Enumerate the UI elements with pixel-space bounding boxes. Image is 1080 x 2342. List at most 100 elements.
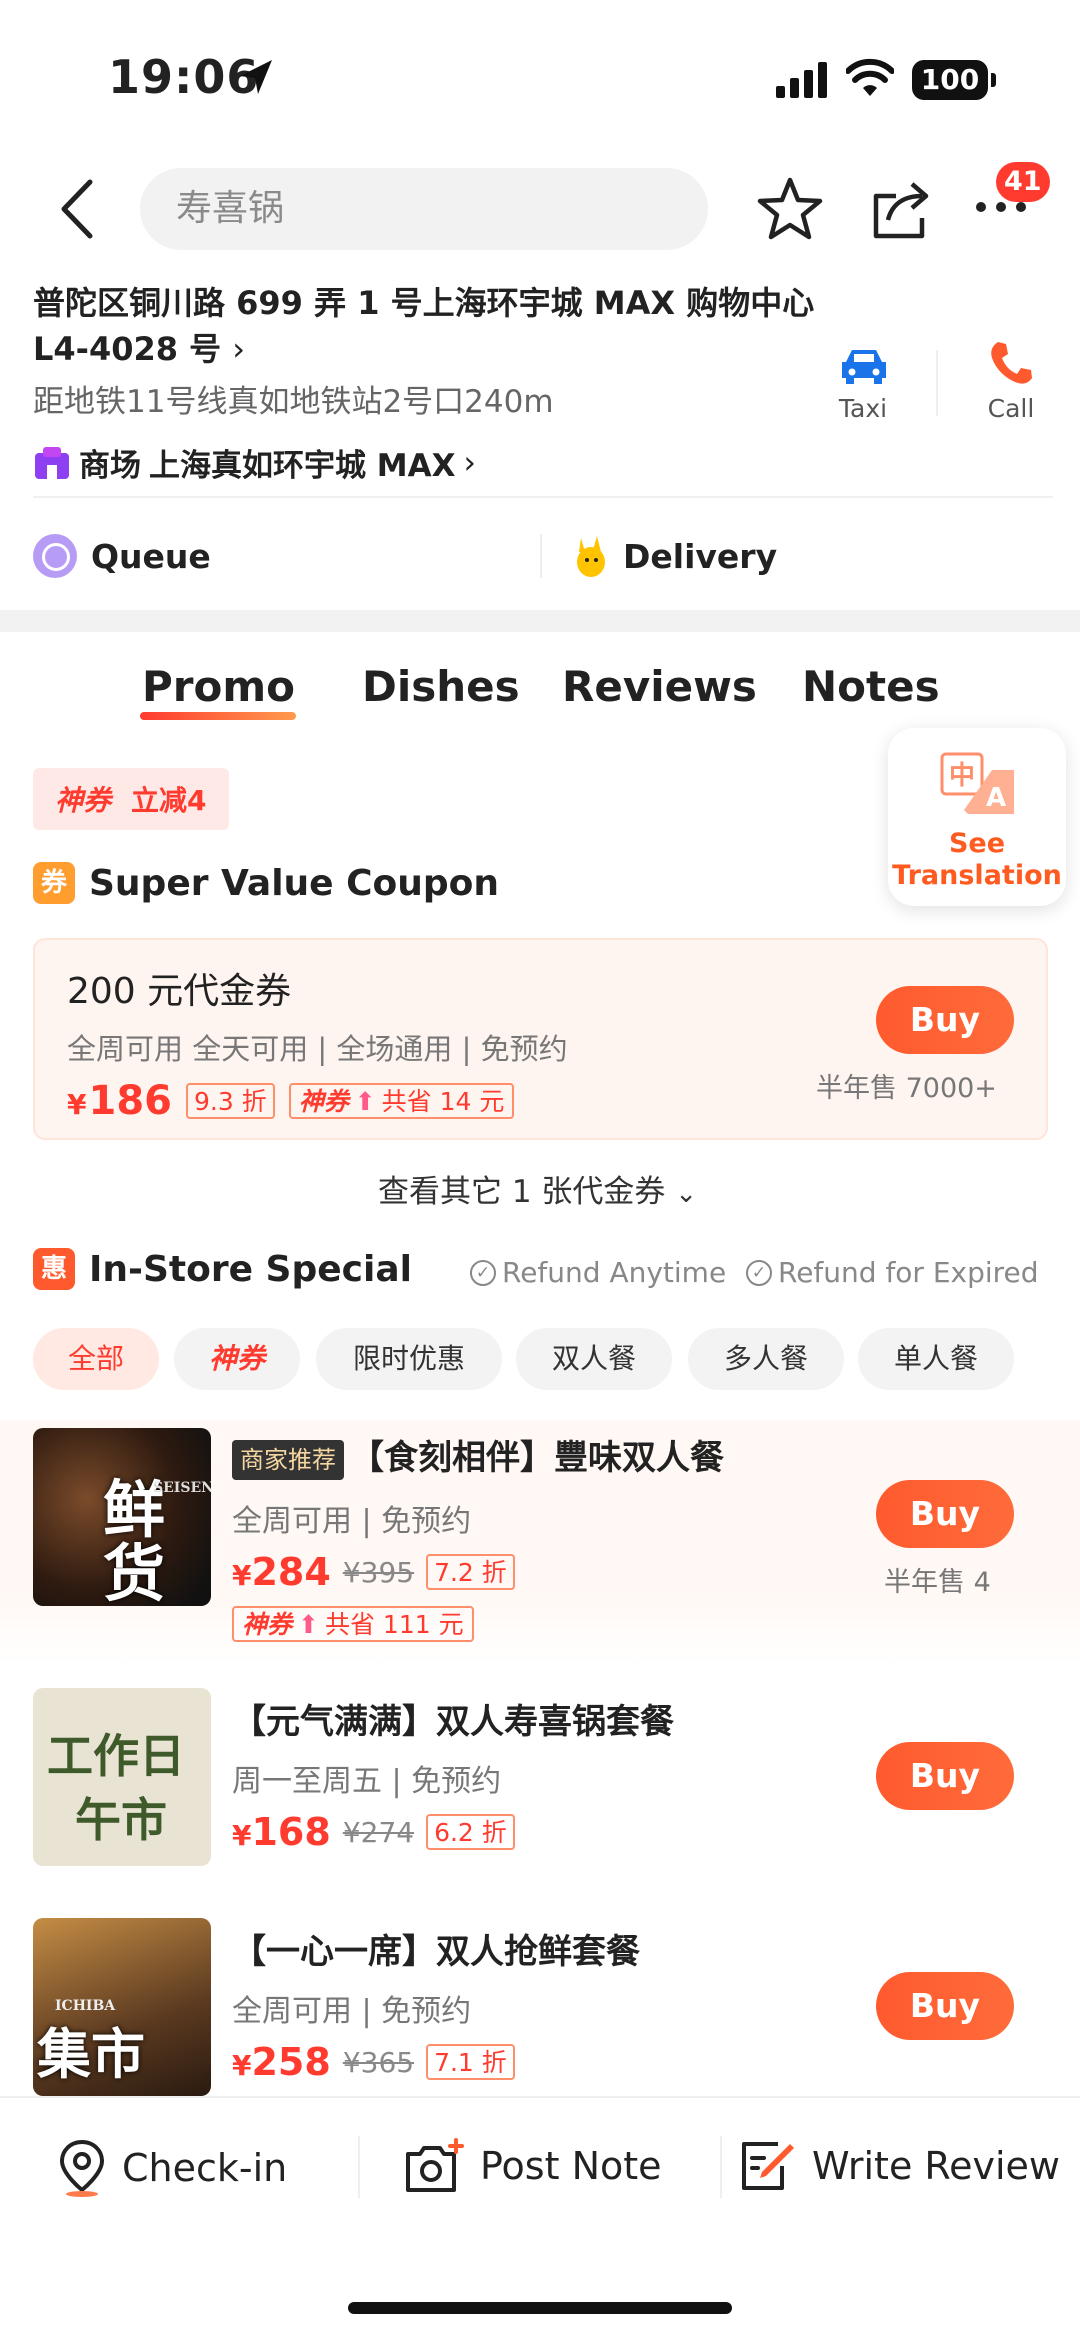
coupon-buy-button[interactable]: Buy [876,986,1014,1054]
search-input[interactable]: 寿喜锅 [140,168,708,250]
deal-title[interactable]: 【元气满满】双人寿喜锅套餐 [232,1694,674,1743]
edit-review-icon [742,2142,794,2190]
mall-prefix: 商场 [79,448,141,484]
deal-price-row: ¥168 ¥274 6.2 折 [232,1810,515,1854]
home-indicator[interactable] [348,2302,732,2314]
deal-save-pill: 神券 ⬆ 共省 111 元 [232,1606,474,1642]
god-coupon-tag[interactable]: 神券 立减4 [33,768,229,830]
thumb-text: 工作日 [47,1729,185,1783]
deal-title[interactable]: 【一心一席】双人抢鲜套餐 [232,1924,640,1973]
metro-distance: 距地铁11号线真如地铁站2号口240m [33,384,554,420]
delivery-button[interactable]: Delivery [573,534,777,578]
chip-group-meal[interactable]: 多人餐 [688,1328,844,1390]
deal-discount: 7.1 折 [426,2044,515,2080]
wifi-icon [846,58,894,96]
deal-title[interactable]: 商家推荐 【食刻相伴】豐味双人餐 [232,1430,724,1480]
location-arrow-icon [240,60,272,94]
coupon-title: 200 元代金券 [67,971,292,1012]
clock-icon [33,534,77,578]
deal-buy-button[interactable]: Buy [876,1480,1014,1548]
location-pin-icon [59,2139,105,2197]
deal-thumbnail[interactable]: 工作日 午市 [33,1688,211,1866]
coupon-price-row: ¥186 9.3 折 神券 ⬆ 共省 14 元 [67,1078,515,1124]
deal-discount: 6.2 折 [426,1814,515,1850]
refund-anytime-label: Refund Anytime [502,1256,727,1289]
queue-delivery-divider [540,534,542,578]
camera-plus-icon [406,2138,464,2192]
see-translation-button[interactable]: 中 A See Translation [888,728,1066,906]
deal-sold-count: 半年售 4 [884,1567,991,1598]
phone-icon[interactable] [988,340,1034,386]
favorite-star-icon[interactable] [756,176,824,242]
more-coupons-toggle[interactable]: 查看其它 1 张代金券 ⌄ [378,1166,697,1211]
deal-price-row: ¥258 ¥365 7.1 折 [232,2040,515,2084]
check-circle-icon: ✓ [746,1259,772,1286]
action-divider [936,350,938,416]
mall-link[interactable]: 商场 上海真如环宇城 MAX › [33,440,476,485]
deal-original-price: ¥274 [342,1815,415,1849]
recommend-badge: 商家推荐 [232,1439,344,1480]
translate-line2: Translation [892,860,1062,891]
mall-name: 上海真如环宇城 MAX [149,448,456,484]
deal-buy-button[interactable]: Buy [876,1972,1014,2040]
thumb-text: 集市 [37,2022,145,2086]
refund-expired-label: Refund for Expired [778,1256,1039,1289]
tab-reviews[interactable]: Reviews [562,662,757,711]
taxi-icon[interactable] [838,346,890,384]
coupon-icon: 券 [33,862,75,904]
share-icon[interactable] [870,174,934,240]
save-tag: 神券 [298,1087,349,1116]
signal-icon [776,62,827,98]
chevron-right-icon: › [232,330,246,368]
chevron-right-icon: › [463,444,476,481]
section-separator [0,610,1080,632]
chevron-down-icon: ⌄ [675,1179,698,1209]
deal-price: ¥168 [232,1810,331,1854]
god-tag-label: 神券 [55,784,112,817]
taxi-label[interactable]: Taxi [818,394,908,423]
deal-price-row: ¥284 ¥395 7.2 折 [232,1550,515,1594]
tab-dishes[interactable]: Dishes [362,662,520,711]
queue-button[interactable]: Queue [33,534,211,578]
deal-thumbnail[interactable]: 集市 ICHIBA [33,1918,211,2096]
back-icon[interactable] [56,178,96,240]
deal-price: ¥284 [232,1550,331,1594]
notification-badge: 41 [996,162,1050,202]
chip-single-meal[interactable]: 单人餐 [858,1328,1014,1390]
write-review-button[interactable]: Write Review [738,2138,1060,2194]
chip-god-coupon[interactable]: 神券 [174,1328,300,1390]
tab-notes[interactable]: Notes [802,662,940,711]
deal-price: ¥258 [232,2040,331,2084]
instore-section-title: 惠 In-Store Special [33,1248,412,1290]
thumb-small-text: ICHIBA [55,1998,116,2014]
address-line-2[interactable]: L4-4028 号 › [33,324,245,370]
chip-double-meal[interactable]: 双人餐 [516,1328,672,1390]
post-note-button[interactable]: Post Note [404,2138,662,2194]
delivery-label: Delivery [623,536,778,576]
coupon-terms: 全周可用 全天可用 | 全场通用 | 免预约 [67,1032,568,1066]
chip-limited-offer[interactable]: 限时优惠 [316,1328,502,1390]
deal-buy-button[interactable]: Buy [876,1742,1014,1810]
deal-terms: 全周可用 | 免预约 [232,1994,472,2029]
coupon-section-title: 券 Super Value Coupon [33,862,499,904]
call-label[interactable]: Call [966,394,1056,423]
more-icon[interactable] [974,200,1028,214]
coupon-save-pill: 神券 ⬆ 共省 14 元 [288,1083,515,1119]
divider-line [33,496,1053,498]
mall-icon [35,446,69,479]
queue-label: Queue [91,536,211,576]
save-text: 共省 14 元 [381,1087,505,1116]
arrow-up-icon: ⬆ [354,1087,376,1116]
checkin-button[interactable]: Check-in [56,2138,287,2198]
translate-line1: See [948,828,1006,859]
more-coupons-label: 查看其它 1 张代金券 [378,1174,666,1210]
coupon-price: ¥186 [67,1078,172,1124]
checkin-label: Check-in [122,2146,288,2190]
tab-promo[interactable]: Promo [142,662,295,711]
deal-thumbnail[interactable]: 鲜货 SEISEN [33,1428,211,1606]
address-line-1[interactable]: 普陀区铜川路 699 弄 1 号上海环宇城 MAX 购物中心 [33,278,814,324]
coupon-section-label: Super Value Coupon [89,862,500,904]
chip-all[interactable]: 全部 [33,1328,159,1390]
save-tag: 神券 [242,1610,293,1639]
address-unit: L4-4028 号 [33,330,222,368]
